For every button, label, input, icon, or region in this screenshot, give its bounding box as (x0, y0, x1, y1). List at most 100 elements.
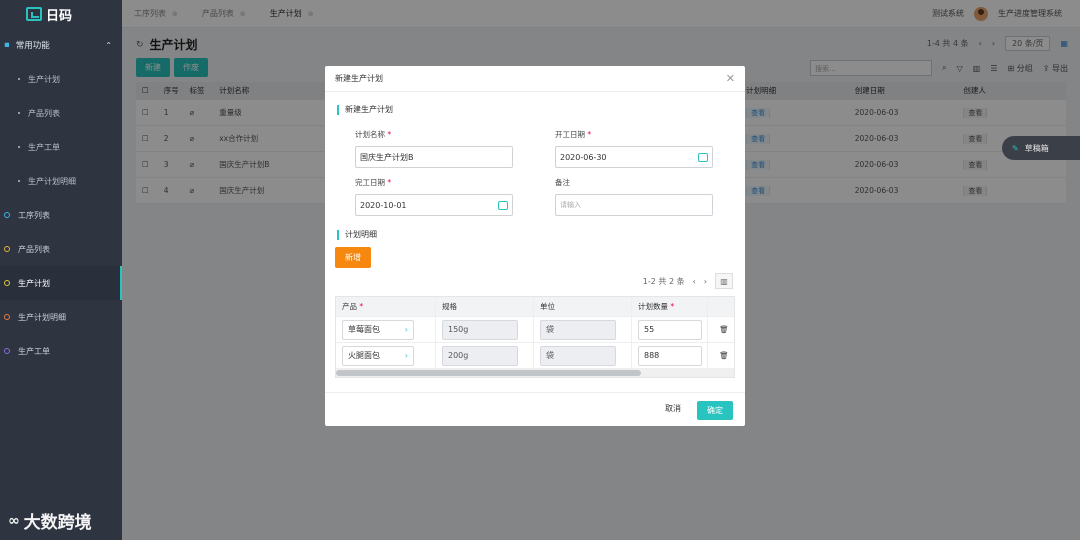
chart-icon[interactable]: ▥ (715, 273, 733, 289)
bullet-icon (18, 112, 20, 114)
product-cell: 草莓面包 › (336, 317, 436, 342)
end-date-field[interactable]: 2020-10-01 (355, 194, 513, 216)
required-mark: * (387, 130, 392, 139)
detail-row: 火腿面包 › 200g 袋 888 🗑 (336, 343, 734, 369)
qty-cell: 888 (632, 343, 708, 368)
prev-page-icon[interactable]: ‹ (693, 277, 696, 286)
grid-icon: ▪ (4, 40, 10, 50)
new-plan-modal: 新建生产计划 ✕ 新建生产计划 计划名称 * 国庆生产计划B 开工日期 * 20… (325, 66, 745, 426)
product-value: 火腿面包 (348, 351, 380, 360)
logo-text: 日码 (46, 8, 73, 24)
spec-cell: 150g (436, 317, 534, 342)
app-logo[interactable]: 日码 (0, 0, 122, 28)
plan-name-label: 计划名称 * (355, 129, 391, 140)
qty-input[interactable]: 888 (638, 345, 702, 366)
sidebar-item-label: 生产计划 (18, 278, 50, 288)
sidebar-item-workorder[interactable]: 生产工单 (0, 334, 122, 368)
col-header[interactable]: 单位 (534, 297, 632, 316)
calendar-icon[interactable] (498, 200, 508, 210)
nav-sub-plan[interactable]: 生产计划 (0, 62, 122, 96)
section-title: 新建生产计划 (337, 105, 393, 115)
detail-table-header: 产品 * 规格 单位 计划数量 * (336, 297, 734, 317)
horizontal-scrollbar[interactable] (336, 369, 734, 377)
modal-footer: 取消 确定 (325, 392, 745, 426)
spec-field: 150g (442, 319, 518, 340)
detail-row: 草莓面包 › 150g 袋 55 🗑 (336, 317, 734, 343)
nav-sub-label: 产品列表 (28, 108, 60, 118)
sidebar-item-process[interactable]: 工序列表 (0, 198, 122, 232)
nav-sub-products[interactable]: 产品列表 (0, 96, 122, 130)
cancel-button[interactable]: 取消 (665, 403, 681, 414)
watermark-logo-icon: ∞ (8, 512, 20, 529)
watermark: ∞ 大数跨境 (8, 508, 92, 534)
required-mark: * (587, 130, 592, 139)
nav-sub-label: 生产计划明细 (28, 176, 76, 186)
nav-sub-label: 生产计划 (28, 74, 60, 84)
chevron-right-icon: › (404, 351, 408, 360)
sidebar-item-label: 产品列表 (18, 244, 50, 254)
sidebar-item-plan-detail[interactable]: 生产计划明细 (0, 300, 122, 334)
sidebar-item-label: 生产工单 (18, 346, 50, 356)
label-text: 开工日期 (555, 130, 585, 139)
col-header[interactable]: 规格 (436, 297, 534, 316)
circle-icon (4, 212, 10, 218)
confirm-button[interactable]: 确定 (697, 401, 733, 420)
nav-sub-workorder[interactable]: 生产工单 (0, 130, 122, 164)
product-cell: 火腿面包 › (336, 343, 436, 368)
end-date-label: 完工日期 * (355, 177, 391, 188)
nav-group-label: 常用功能 (15, 41, 50, 51)
start-date-label: 开工日期 * (555, 129, 591, 140)
sidebar-item-plan[interactable]: 生产计划 (0, 266, 122, 300)
col-label: 产品 (342, 302, 357, 311)
watermark-text: 大数跨境 (23, 513, 92, 533)
unit-field: 袋 (540, 319, 616, 340)
col-label: 计划数量 (638, 302, 668, 311)
draft-box-button[interactable]: ✎ 草稿箱 (1002, 136, 1080, 160)
next-page-icon[interactable]: › (704, 277, 707, 286)
circle-icon (4, 314, 10, 320)
spec-cell: 200g (436, 343, 534, 368)
spec-field: 200g (442, 345, 518, 366)
detail-pager: 1-2 共 2 条 ‹ › ▥ (643, 273, 733, 289)
circle-icon (4, 348, 10, 354)
detail-table: 产品 * 规格 单位 计划数量 * 草莓面包 › 150g 袋 55 🗑 火腿面包… (335, 296, 735, 378)
sidebar: 日码 ▪ 常用功能 ⌃ 生产计划 产品列表 生产工单 生产计划明细 工序列表 产… (0, 0, 122, 540)
draft-box-label: 草稿箱 (1024, 143, 1049, 153)
note-label: 备注 (555, 178, 570, 187)
start-date-value: 2020-06-30 (560, 152, 607, 162)
plan-name-field[interactable]: 国庆生产计划B (355, 146, 513, 168)
col-header[interactable]: 产品 * (336, 297, 436, 316)
close-icon[interactable]: ✕ (726, 72, 735, 85)
bullet-icon (18, 78, 20, 80)
end-date-value: 2020-10-01 (360, 200, 407, 210)
sidebar-item-label: 生产计划明细 (18, 312, 66, 322)
logo-icon (26, 7, 42, 21)
product-select[interactable]: 火腿面包 › (342, 345, 414, 366)
sidebar-item-label: 工序列表 (18, 210, 50, 220)
calendar-icon[interactable] (698, 152, 708, 162)
add-row-button[interactable]: 新增 (335, 247, 371, 268)
required-mark: * (359, 302, 364, 311)
trash-icon[interactable]: 🗑 (708, 343, 734, 368)
modal-title: 新建生产计划 (335, 74, 383, 83)
trash-icon[interactable]: 🗑 (708, 317, 734, 342)
section-title: 计划明细 (337, 230, 377, 240)
nav-sub-plan-detail[interactable]: 生产计划明细 (0, 164, 122, 198)
qty-input[interactable]: 55 (638, 319, 702, 340)
detail-pager-text: 1-2 共 2 条 (642, 276, 685, 286)
product-value: 草莓面包 (348, 325, 380, 334)
qty-cell: 55 (632, 317, 708, 342)
note-field[interactable]: 请输入 (555, 194, 713, 216)
edit-icon: ✎ (1012, 143, 1019, 153)
bullet-icon (18, 180, 20, 182)
nav-group-common[interactable]: ▪ 常用功能 ⌃ (0, 28, 122, 62)
required-mark: * (670, 302, 675, 311)
modal-header: 新建生产计划 ✕ (325, 66, 745, 92)
product-select[interactable]: 草莓面包 › (342, 319, 414, 340)
col-header[interactable]: 计划数量 * (632, 297, 708, 316)
label-text: 计划名称 (355, 130, 385, 139)
start-date-field[interactable]: 2020-06-30 (555, 146, 713, 168)
bullet-icon (18, 146, 20, 148)
sidebar-item-products[interactable]: 产品列表 (0, 232, 122, 266)
actions-col (708, 297, 734, 316)
